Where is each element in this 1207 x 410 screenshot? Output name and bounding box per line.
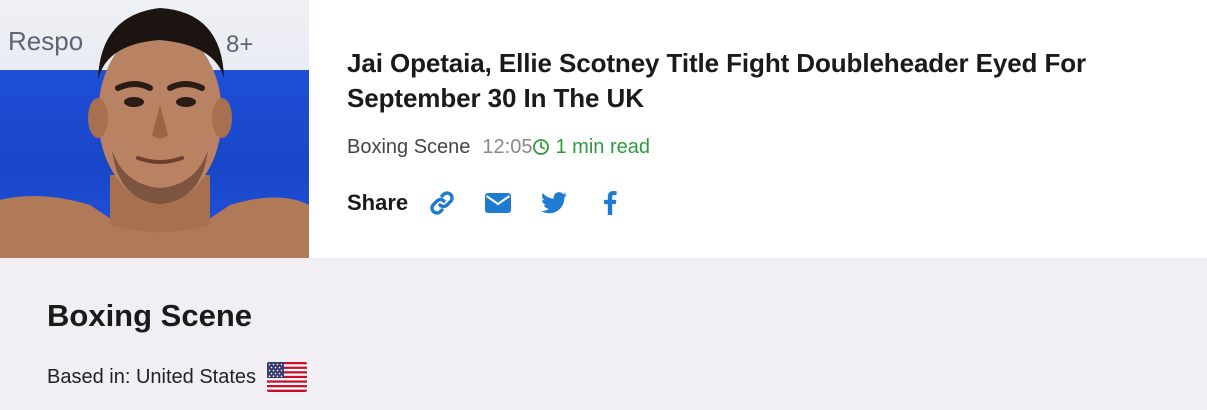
us-flag-icon (267, 362, 308, 392)
copy-link-button[interactable] (428, 189, 456, 217)
share-facebook-button[interactable] (596, 189, 624, 217)
share-twitter-button[interactable] (540, 189, 568, 217)
article-meta: Boxing Scene 12:05 1 min read (347, 134, 1167, 160)
thumbnail-photo: Respo 8+ (0, 8, 309, 258)
email-icon (485, 193, 512, 213)
based-in: Based in: United States (47, 362, 308, 392)
article-content: Jai Opetaia, Ellie Scotney Title Fight D… (347, 46, 1167, 218)
article-time: 12:05 (482, 135, 533, 158)
share-email-button[interactable] (484, 189, 512, 217)
read-time: 1 min read (532, 136, 650, 159)
facebook-icon (604, 191, 617, 215)
link-icon (430, 191, 454, 215)
share-row: Share (347, 188, 1167, 218)
article-headline[interactable]: Jai Opetaia, Ellie Scotney Title Fight D… (347, 46, 1167, 116)
article-source[interactable]: Boxing Scene (347, 136, 470, 159)
backdrop-text-right: 8+ (226, 31, 253, 58)
source-name[interactable]: Boxing Scene (47, 298, 252, 334)
source-panel: Boxing Scene Based in: United States (0, 258, 1207, 410)
share-label: Share (347, 190, 409, 215)
clock-icon (533, 139, 550, 155)
read-time-label: 1 min read (555, 135, 650, 158)
article-card[interactable]: Respo 8+ Jai Opetaia, Ellie Scotney Titl… (0, 0, 1207, 258)
backdrop-text: Respo (8, 26, 83, 56)
twitter-icon (541, 192, 568, 214)
article-thumbnail[interactable]: Respo 8+ (0, 0, 309, 258)
based-in-label: Based in: United States (47, 365, 257, 388)
